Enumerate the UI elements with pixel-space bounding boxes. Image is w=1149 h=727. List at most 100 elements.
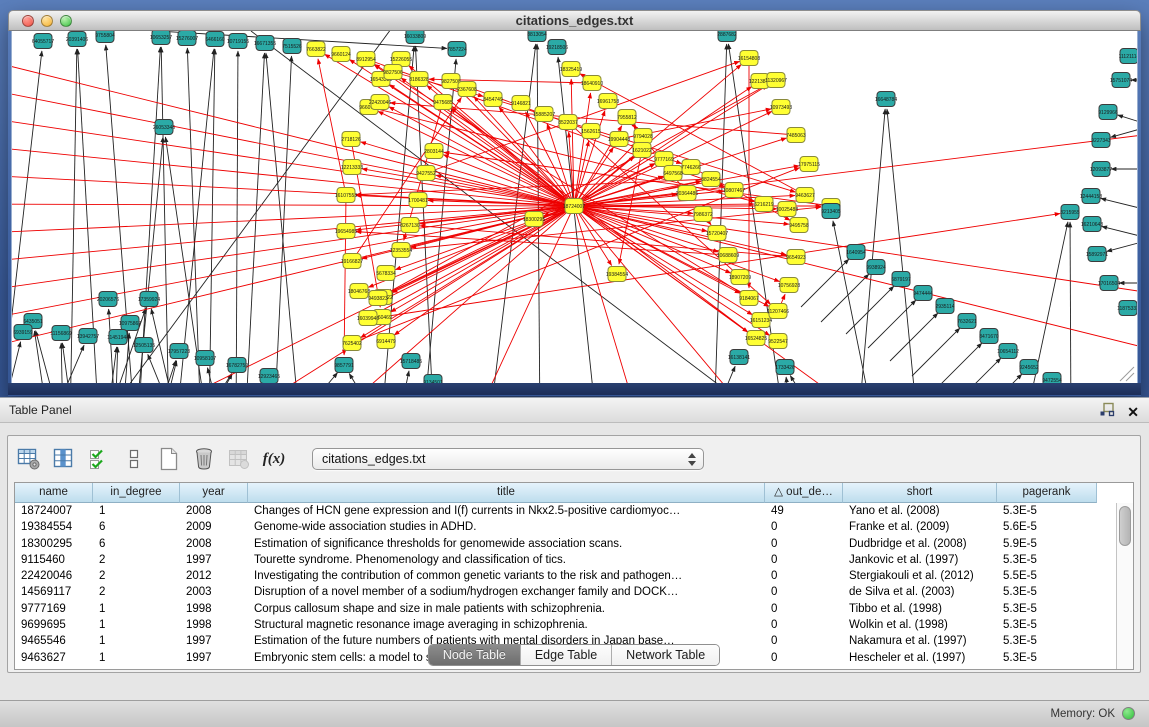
table-cell[interactable]: 9699695 <box>15 617 93 633</box>
table-cell[interactable]: 9777169 <box>15 601 93 617</box>
function-builder-icon[interactable]: f(x) <box>261 446 287 472</box>
table-cell[interactable]: 1998 <box>180 601 248 617</box>
dropdown-arrows-icon <box>688 453 696 466</box>
table-cell[interactable]: Estimation of significance thresholds fo… <box>248 536 765 552</box>
table-cell[interactable]: 1 <box>93 503 180 519</box>
table-cell[interactable]: 18724007 <box>15 503 93 519</box>
network-view[interactable]: 1872400776638229660124891295416543388966… <box>11 31 1138 383</box>
table-cell[interactable]: 0 <box>765 536 843 552</box>
window-titlebar[interactable]: citations_edges.txt <box>8 10 1141 31</box>
tab-edge-table[interactable]: Edge Table <box>521 645 612 665</box>
network-canvas-svg[interactable]: 1872400776638229660124891295416543388966… <box>12 31 1138 383</box>
table-cell[interactable]: Dudbridge et al. (2008) <box>843 536 997 552</box>
table-cell[interactable]: 2009 <box>180 519 248 535</box>
graph-node-label: 12505135 <box>133 343 155 349</box>
table-row[interactable]: 1872400712008Changes of HCN gene express… <box>15 503 1133 519</box>
table-cell[interactable]: 0 <box>765 568 843 584</box>
table-cell[interactable]: Changes of HCN gene expression and I(f) … <box>248 503 765 519</box>
column-header-out_de[interactable]: △ out_de… <box>765 483 843 503</box>
table-cell[interactable]: 0 <box>765 519 843 535</box>
table-cell[interactable]: 1 <box>93 601 180 617</box>
float-panel-icon[interactable] <box>1099 402 1115 422</box>
memory-ok-icon[interactable] <box>1122 707 1135 720</box>
table-options-icon[interactable] <box>16 446 42 472</box>
table-cell[interactable]: 5.5E-5 <box>997 568 1097 584</box>
table-cell[interactable]: 5.3E-5 <box>997 584 1097 600</box>
table-cell[interactable]: 49 <box>765 503 843 519</box>
table-cell[interactable]: 0 <box>765 601 843 617</box>
table-cell[interactable]: Investigating the contribution of common… <box>248 568 765 584</box>
table-row[interactable]: 2242004622012Investigating the contribut… <box>15 568 1133 584</box>
table-cell[interactable]: 2012 <box>180 568 248 584</box>
table-cell[interactable]: 1998 <box>180 617 248 633</box>
table-cell[interactable]: Disruption of a novel member of a sodium… <box>248 584 765 600</box>
new-document-icon[interactable] <box>156 446 182 472</box>
tab-node-table[interactable]: Node Table <box>429 645 521 665</box>
graph-node-label: 15276007 <box>176 36 198 42</box>
canvas-resize-grip-icon[interactable] <box>1120 367 1134 381</box>
graph-node-label: 7625402 <box>342 341 362 347</box>
column-header-name[interactable]: name <box>15 483 93 503</box>
table-cell[interactable]: Stergiakouli et al. (2012) <box>843 568 997 584</box>
row-stack-icon[interactable] <box>121 446 147 472</box>
graph-node-label: 9827506 <box>383 70 403 76</box>
table-cell[interactable]: 9115460 <box>15 552 93 568</box>
table-cell[interactable]: 5.3E-5 <box>997 503 1097 519</box>
minimize-window-icon[interactable] <box>41 15 53 27</box>
column-header-in_degree[interactable]: in_degree <box>93 483 180 503</box>
table-selector-dropdown[interactable]: citations_edges.txt <box>312 448 704 470</box>
table-cell[interactable]: 1 <box>93 617 180 633</box>
table-cell[interactable]: 2008 <box>180 536 248 552</box>
table-row[interactable]: 1830029562008Estimation of significance … <box>15 536 1133 552</box>
table-cell[interactable]: 5.3E-5 <box>997 617 1097 633</box>
table-cell[interactable]: Jankovic et al. (1997) <box>843 552 997 568</box>
table-cell[interactable]: 5.6E-5 <box>997 519 1097 535</box>
table-cell[interactable]: de Silva et al. (2003) <box>843 584 997 600</box>
table-cell[interactable]: 2 <box>93 568 180 584</box>
table-cell[interactable]: Wolkin et al. (1998) <box>843 617 997 633</box>
graph-node-label: 15720407 <box>706 231 728 237</box>
table-row[interactable]: 1938455462009Genome-wide association stu… <box>15 519 1133 535</box>
trash-icon[interactable] <box>191 446 217 472</box>
table-cell[interactable]: 2 <box>93 552 180 568</box>
table-cell[interactable]: 14569117 <box>15 584 93 600</box>
table-cell[interactable]: 0 <box>765 617 843 633</box>
table-cell[interactable]: 18300295 <box>15 536 93 552</box>
zoom-window-icon[interactable] <box>60 15 72 27</box>
table-cell[interactable]: 6 <box>93 536 180 552</box>
tab-network-table[interactable]: Network Table <box>612 645 719 665</box>
table-cell[interactable]: Franke et al. (2009) <box>843 519 997 535</box>
column-header-year[interactable]: year <box>180 483 248 503</box>
table-cell[interactable]: Corpus callosum shape and size in male p… <box>248 601 765 617</box>
select-column-icon[interactable] <box>51 446 77 472</box>
table-cell[interactable]: Structural magnetic resonance image aver… <box>248 617 765 633</box>
table-cell[interactable]: 5.3E-5 <box>997 601 1097 617</box>
table-row[interactable]: 911546021997Tourette syndrome. Phenomeno… <box>15 552 1133 568</box>
scrollbar-thumb[interactable] <box>1119 506 1131 546</box>
edge <box>176 49 214 383</box>
table-cell[interactable]: 0 <box>765 584 843 600</box>
table-cell[interactable]: 2 <box>93 584 180 600</box>
table-cell[interactable]: 0 <box>765 552 843 568</box>
table-cell[interactable]: Genome-wide association studies in ADHD. <box>248 519 765 535</box>
table-cell[interactable]: 5.3E-5 <box>997 552 1097 568</box>
column-header-title[interactable]: title <box>248 483 765 503</box>
table-cell[interactable]: 5.9E-5 <box>997 536 1097 552</box>
table-row[interactable]: 1456911722003Disruption of a novel membe… <box>15 584 1133 600</box>
table-cell[interactable]: 19384554 <box>15 519 93 535</box>
select-rows-check-icon[interactable] <box>86 446 112 472</box>
table-cell[interactable]: 2003 <box>180 584 248 600</box>
table-row[interactable]: 969969511998Structural magnetic resonanc… <box>15 617 1133 633</box>
close-window-icon[interactable] <box>22 15 34 27</box>
table-cell[interactable]: 22420046 <box>15 568 93 584</box>
column-header-pagerank[interactable]: pagerank <box>997 483 1097 503</box>
table-cell[interactable]: 1997 <box>180 552 248 568</box>
column-header-short[interactable]: short <box>843 483 997 503</box>
table-cell[interactable]: 2008 <box>180 503 248 519</box>
table-cell[interactable]: Tibbo et al. (1998) <box>843 601 997 617</box>
table-cell[interactable]: 6 <box>93 519 180 535</box>
table-cell[interactable]: Tourette syndrome. Phenomenology and cla… <box>248 552 765 568</box>
table-row[interactable]: 977716911998Corpus callosum shape and si… <box>15 601 1133 617</box>
table-cell[interactable]: Yano et al. (2008) <box>843 503 997 519</box>
close-panel-icon[interactable]: ✕ <box>1127 404 1139 420</box>
